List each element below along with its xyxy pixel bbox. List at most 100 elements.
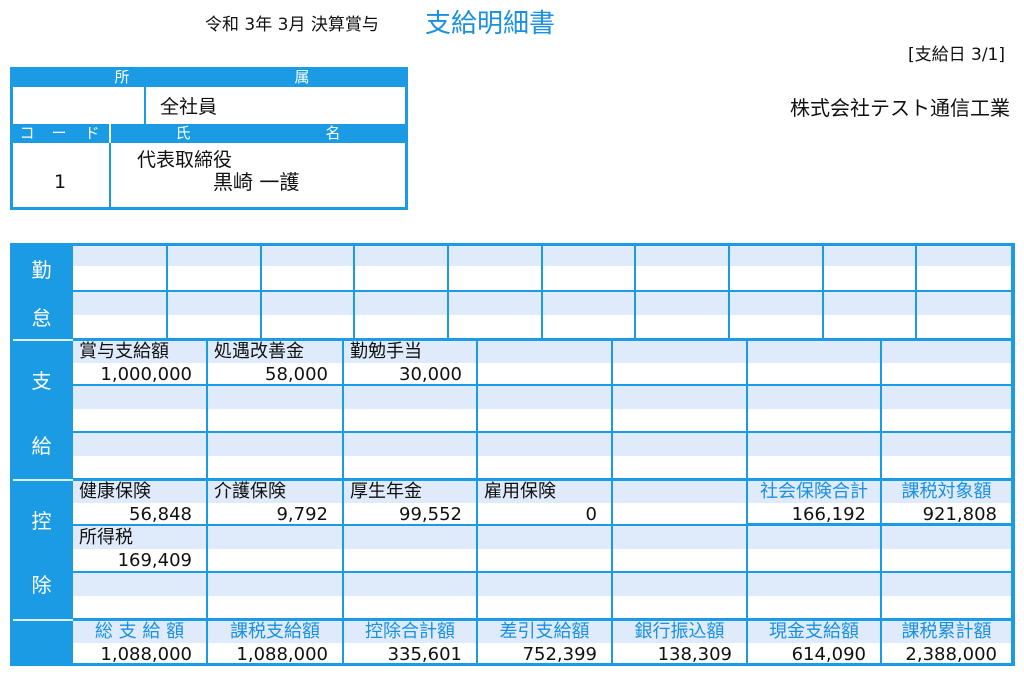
deduction-item-label xyxy=(882,527,1011,549)
deduction-item-value xyxy=(748,597,880,618)
deduction-cell xyxy=(613,573,748,620)
section-label-column: 勤 怠 支 給 控 除 xyxy=(10,243,73,666)
department-header-char: 所 xyxy=(114,68,130,86)
attendance-cell xyxy=(543,243,636,292)
deduction-cell xyxy=(882,526,1013,573)
payment-item-label: 勤勉手当 xyxy=(350,341,422,362)
payment-item-value xyxy=(478,457,611,478)
payment-item-label xyxy=(613,341,746,363)
attendance-cell xyxy=(73,292,168,340)
deduction-summary-item-value: 166,192 xyxy=(791,504,866,525)
payment-item-value: 30,000 xyxy=(399,364,462,385)
payment-item-label xyxy=(613,434,746,456)
deduction-cell xyxy=(613,526,748,573)
payment-cell xyxy=(613,433,748,480)
payment-item-value xyxy=(613,410,746,431)
deduction-item-label xyxy=(748,527,880,549)
pay-date: [支給日 3/1] xyxy=(907,45,1005,65)
section-divider xyxy=(73,618,1015,621)
attendance-cell xyxy=(168,243,262,292)
deduction-cell xyxy=(478,526,613,573)
payment-item-label xyxy=(478,341,611,363)
deduction-item-value xyxy=(208,597,342,618)
deduction-cell xyxy=(478,573,613,620)
attendance-cell xyxy=(449,292,543,340)
payment-cell xyxy=(748,340,882,386)
payment-cell xyxy=(208,386,344,433)
deduction-item-label xyxy=(344,574,476,596)
attendance-section-label: 怠 xyxy=(31,306,52,330)
code-header-char: コ xyxy=(19,124,35,142)
payment-item-label xyxy=(748,387,880,409)
total-item-value: 335,601 xyxy=(387,644,462,665)
total-item-value: 2,388,000 xyxy=(905,644,997,665)
payment-item-value xyxy=(613,457,746,478)
deduction-summary-cell: 課税対象額 921,808 xyxy=(882,480,1013,526)
attendance-cell xyxy=(543,292,636,340)
department-header-char: 属 xyxy=(294,68,310,86)
deduction-item-value xyxy=(208,550,342,571)
payment-item-label xyxy=(748,341,880,363)
deduction-item-label: 健康保険 xyxy=(79,481,151,502)
attendance-cell xyxy=(355,292,449,340)
payment-item-label xyxy=(73,387,206,409)
payment-cell xyxy=(748,433,882,480)
attendance-cell xyxy=(730,292,824,340)
total-item-label: 現金支給額 xyxy=(769,621,859,642)
deduction-cell xyxy=(344,573,478,620)
payment-cell xyxy=(613,340,748,386)
section-label-divider xyxy=(13,479,73,481)
document-title: 支給明細書 xyxy=(425,9,556,39)
deduction-item-value xyxy=(344,550,476,571)
payment-item-value: 58,000 xyxy=(265,364,328,385)
payment-item-label xyxy=(882,341,1011,363)
total-item-value: 614,090 xyxy=(791,644,866,665)
employee-info-box: 所 属 全社員 コ ー ド 氏 名 1 代表取締役 黒崎 一護 xyxy=(10,67,408,210)
payment-item-label xyxy=(73,434,206,456)
payment-cell xyxy=(882,433,1013,480)
deduction-item-label xyxy=(208,574,342,596)
payment-item-label xyxy=(478,434,611,456)
payment-item-value: 1,000,000 xyxy=(100,364,192,385)
total-item-value: 1,088,000 xyxy=(236,644,328,665)
payment-item-value xyxy=(478,410,611,431)
deduction-item-label: 介護保険 xyxy=(214,481,286,502)
total-cell: 現金支給額 614,090 xyxy=(748,620,882,666)
deduction-item-value: 0 xyxy=(585,504,597,525)
attendance-cell xyxy=(636,243,730,292)
name-header-char: 名 xyxy=(325,124,341,142)
payment-item-label xyxy=(478,387,611,409)
attendance-section-label: 勤 xyxy=(31,258,52,282)
payment-item-label: 処遇改善金 xyxy=(214,341,304,362)
deduction-item-label xyxy=(882,574,1011,596)
deduction-cell: 厚生年金 99,552 xyxy=(344,480,478,526)
payment-item-label xyxy=(882,387,1011,409)
department-name: 全社員 xyxy=(160,96,218,118)
payment-cell xyxy=(613,386,748,433)
deduction-cell xyxy=(208,526,344,573)
name-header-char: 氏 xyxy=(175,124,191,142)
deduction-item-label: 厚生年金 xyxy=(350,481,422,502)
deduction-item-value xyxy=(478,597,611,618)
deduction-summary-cell: 社会保険合計 166,192 xyxy=(748,480,882,526)
payment-cell xyxy=(478,433,613,480)
deduction-summary-item-value: 921,808 xyxy=(922,504,997,525)
payment-item-label xyxy=(613,387,746,409)
code-name-header: コ ー ド 氏 名 xyxy=(10,124,408,143)
total-cell: 差引支給額 752,399 xyxy=(478,620,613,666)
department-divider xyxy=(144,87,146,124)
total-item-value: 1,088,000 xyxy=(100,644,192,665)
department-header: 所 属 xyxy=(10,67,408,87)
payment-cell xyxy=(478,386,613,433)
payment-item-value xyxy=(882,457,1011,478)
deduction-item-value xyxy=(478,550,611,571)
deduction-item-value: 99,552 xyxy=(399,504,462,525)
payment-item-value xyxy=(344,457,476,478)
payment-item-value xyxy=(882,364,1011,384)
payment-item-value xyxy=(344,410,476,431)
section-divider xyxy=(73,478,1015,481)
deduction-item-value xyxy=(882,597,1011,618)
deduction-item-label xyxy=(613,527,746,549)
employee-code: 1 xyxy=(53,171,67,193)
total-item-value: 138,309 xyxy=(657,644,732,665)
